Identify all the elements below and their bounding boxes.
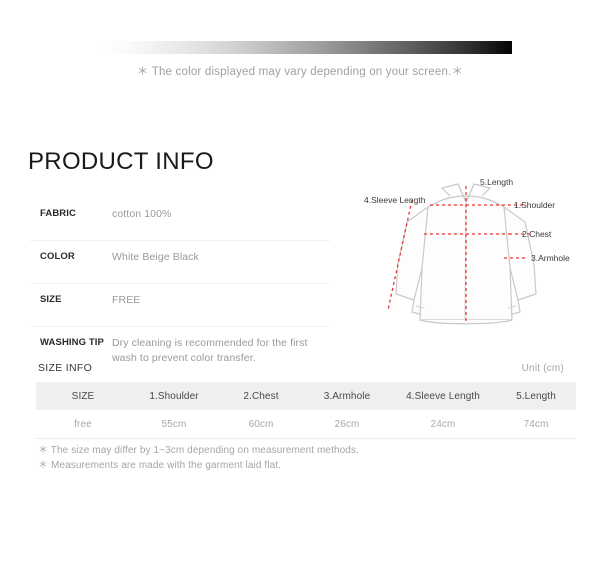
size-col-sleeve-length: 4.Sleeve Length xyxy=(390,382,496,410)
size-cell-shoulder: 55cm xyxy=(130,410,218,439)
callout-armhole: 3.Armhole xyxy=(531,253,570,263)
size-note-1: ＊ The size may differ by 1~3cm depending… xyxy=(38,445,359,456)
size-notes: ＊ The size may differ by 1~3cm depending… xyxy=(38,444,558,473)
size-table-header-row: SIZE 1.Shoulder 2.Chest 3.Armhole 4.Slee… xyxy=(36,382,576,410)
shirt-illustration-svg: 4.Sleeve Length 5.Length 1.Shoulder 2.Ch… xyxy=(364,177,570,325)
callout-sleeve-length: 4.Sleeve Length xyxy=(364,195,426,205)
callout-chest: 2.Chest xyxy=(522,229,552,239)
spec-label-washing-tip: WASHING TIP xyxy=(40,337,104,348)
size-info-title: SIZE INFO xyxy=(38,362,93,374)
size-col-armhole: 3.Armhole xyxy=(304,382,390,410)
size-cell-chest: 60cm xyxy=(218,410,304,439)
spec-value-fabric: cotton 100% xyxy=(112,208,172,220)
product-spec-table: FABRIC cotton 100% COLOR White Beige Bla… xyxy=(30,198,330,369)
spec-row-size: SIZE FREE xyxy=(30,283,330,326)
page-title: PRODUCT INFO xyxy=(28,148,214,175)
size-col-chest: 2.Chest xyxy=(218,382,304,410)
size-cell-sleeve-length: 24cm xyxy=(390,410,496,439)
spec-value-color: White Beige Black xyxy=(112,251,199,263)
color-gradient-bar xyxy=(100,41,512,54)
spec-label-color: COLOR xyxy=(40,251,75,262)
spec-label-fabric: FABRIC xyxy=(40,208,76,219)
size-col-shoulder: 1.Shoulder xyxy=(130,382,218,410)
garment-measurement-diagram: 4.Sleeve Length 5.Length 1.Shoulder 2.Ch… xyxy=(352,172,592,342)
size-info-unit: Unit (cm) xyxy=(521,363,564,374)
size-cell-length: 74cm xyxy=(496,410,576,439)
spec-row-fabric: FABRIC cotton 100% xyxy=(30,198,330,240)
spec-label-size: SIZE xyxy=(40,294,62,305)
spec-value-size: FREE xyxy=(112,294,141,306)
callout-shoulder: 1.Shoulder xyxy=(514,200,555,210)
size-note-2: ＊ Measurements are made with the garment… xyxy=(38,459,281,471)
color-strip-caption: ＊ The color displayed may vary depending… xyxy=(136,66,464,78)
size-info-table: SIZE 1.Shoulder 2.Chest 3.Armhole 4.Slee… xyxy=(36,382,576,439)
table-row: free 55cm 60cm 26cm 24cm 74cm xyxy=(36,410,576,439)
size-cell-size: free xyxy=(36,410,130,439)
size-info-header: SIZE INFO Unit (cm) xyxy=(38,362,564,374)
callout-length: 5.Length xyxy=(480,177,513,187)
size-col-length: 5.Length xyxy=(496,382,576,410)
size-cell-armhole: 26cm xyxy=(304,410,390,439)
size-col-size: SIZE xyxy=(36,382,130,410)
spec-row-color: COLOR White Beige Black xyxy=(30,240,330,283)
